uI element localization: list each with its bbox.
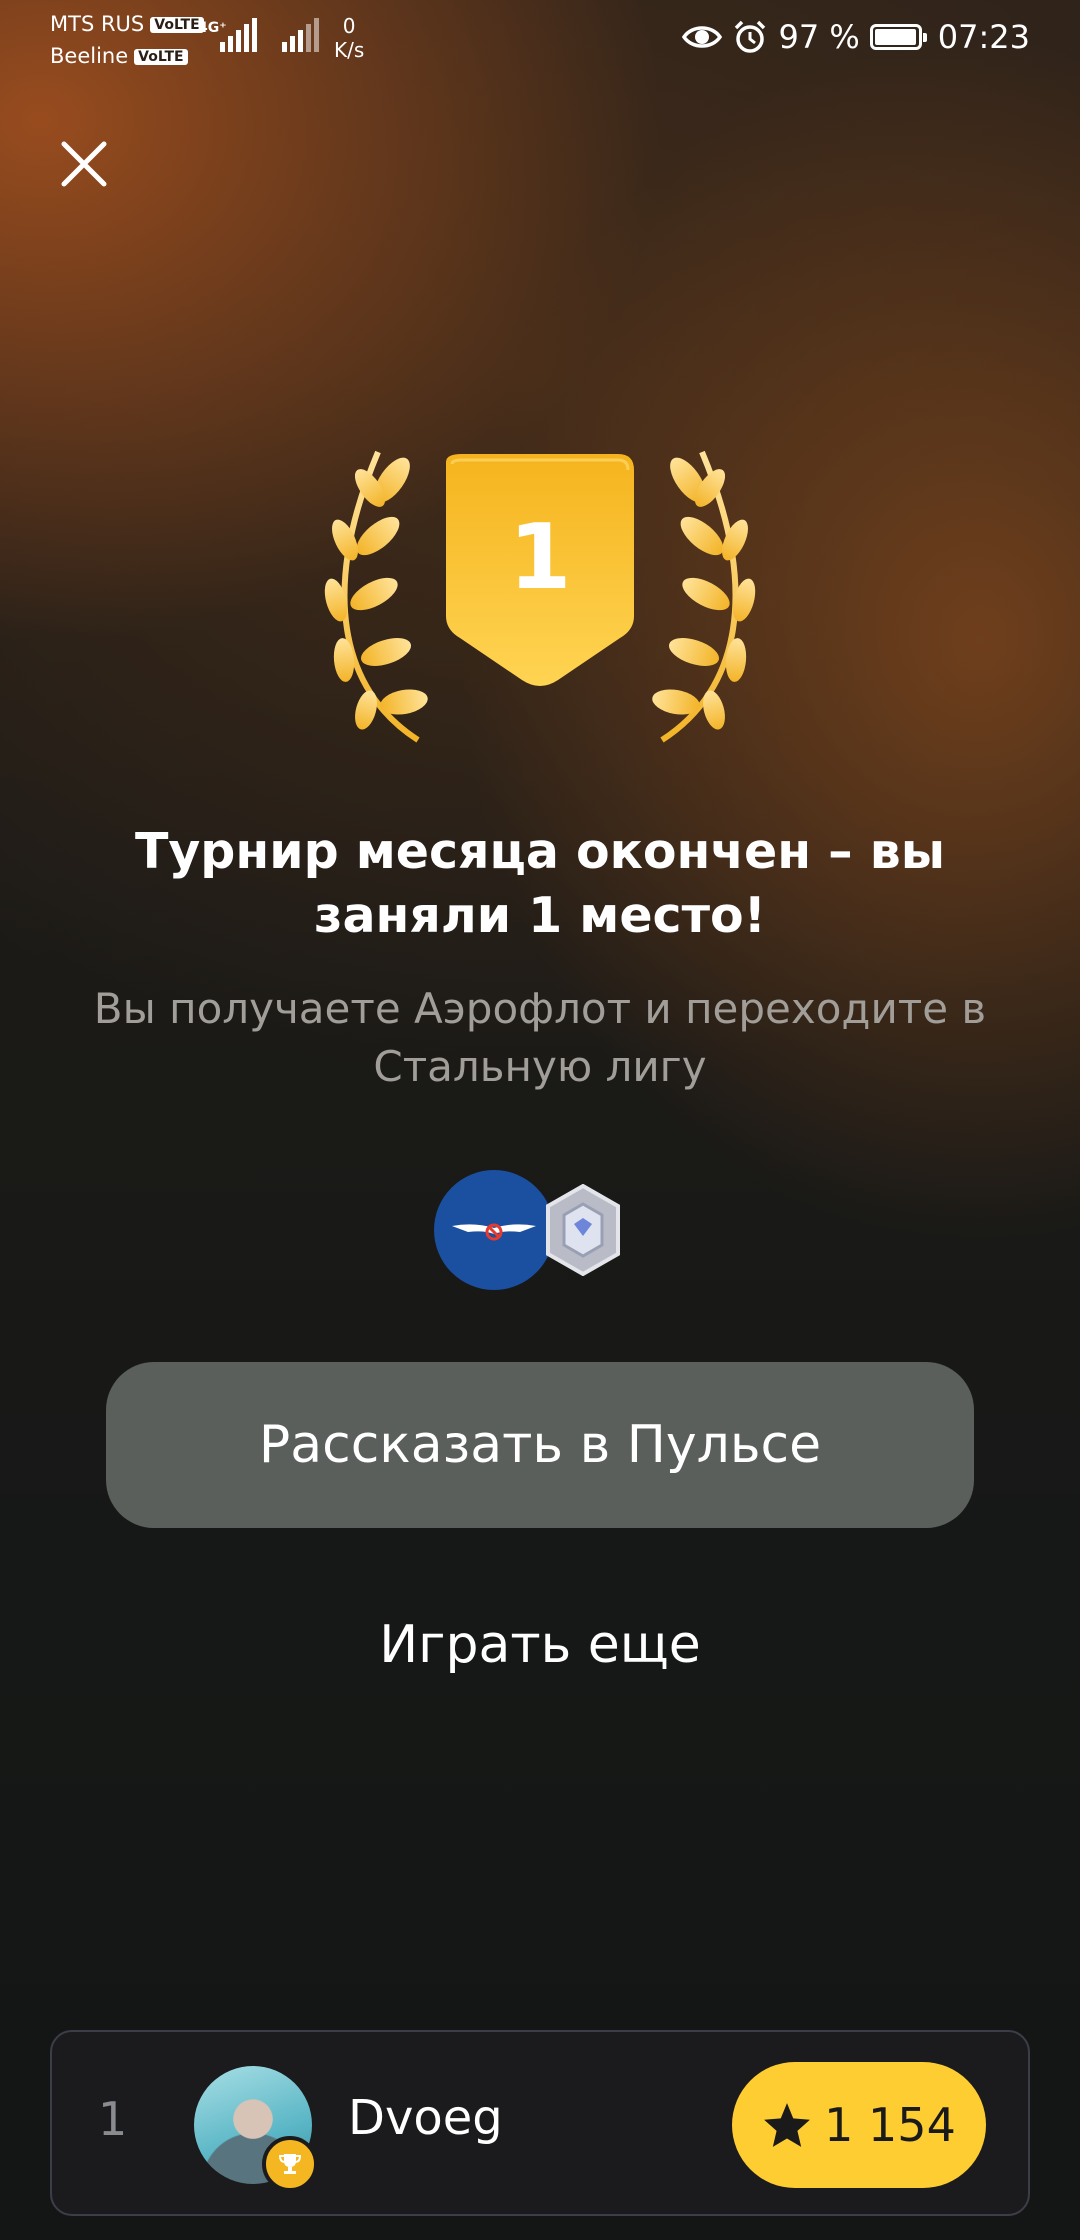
signal-icon — [282, 18, 319, 52]
score-value: 1 154 — [824, 2098, 956, 2152]
volte-badge: VoLTE — [150, 17, 204, 33]
network-speed: 0 K/s — [334, 14, 365, 62]
aeroflot-logo-icon — [434, 1170, 554, 1290]
laurel-left-icon — [324, 450, 428, 743]
steel-league-icon — [546, 1184, 620, 1276]
battery-icon — [869, 24, 927, 50]
status-right: 97 % 07:23 — [682, 18, 1030, 56]
first-place-badge: 1 — [324, 450, 756, 743]
alarm-icon — [735, 20, 766, 53]
share-in-pulse-button[interactable]: Рассказать в Пульсе — [106, 1362, 974, 1528]
badge-place: 1 — [509, 505, 572, 610]
eye-icon — [682, 26, 723, 48]
signal-icon — [220, 18, 257, 52]
result-title: Турнир месяца окончен – вы заняли 1 мест… — [134, 823, 946, 944]
score-badge: 1 154 — [732, 2062, 986, 2188]
leaderboard-rank: 1 — [98, 2092, 128, 2146]
leaderboard-row[interactable]: 1 Dvoeg 1 154 — [50, 2030, 1030, 2216]
battery-level: 97 % — [778, 18, 860, 56]
laurel-right-icon — [652, 450, 756, 743]
reward-icons — [434, 1166, 634, 1296]
play-again-button[interactable]: Играть еще — [240, 1600, 840, 1690]
clock: 07:23 — [937, 18, 1030, 56]
carrier-2: Beeline VoLTE — [50, 44, 188, 68]
carrier-1: MTS RUS VoLTE — [50, 12, 204, 36]
close-icon[interactable] — [54, 134, 114, 194]
star-icon — [764, 2103, 811, 2147]
status-bar: MTS RUS VoLTE Beeline VoLTE 4G⁺ 0 K/s 97 %… — [0, 0, 1080, 80]
leaderboard-name: Dvoeg — [348, 2090, 503, 2146]
result-subtitle: Вы получаете Аэрофлот и переходите в Ста… — [93, 984, 987, 1091]
trophy-icon — [262, 2136, 318, 2192]
volte-badge: VoLTE — [134, 49, 188, 65]
